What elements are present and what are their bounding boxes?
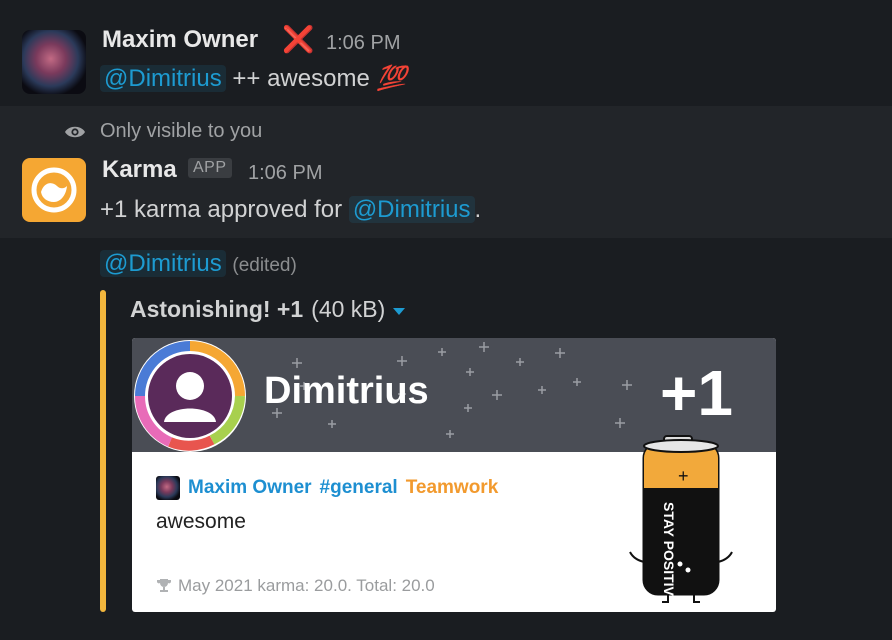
message-author[interactable]: Maxim Owner xyxy=(102,26,258,54)
profile-avatar-ring xyxy=(134,340,246,452)
card-footer-text: May 2021 karma: 20.0. Total: 20.0 xyxy=(178,576,435,595)
card-meta: Maxim Owner #general Teamwork xyxy=(156,476,498,500)
card-from-user: Maxim Owner xyxy=(188,477,312,498)
chevron-down-icon[interactable] xyxy=(393,308,406,315)
card-footer: May 2021 karma: 20.0. Total: 20.0 xyxy=(156,576,435,596)
user-avatar[interactable] xyxy=(22,30,86,94)
battery-mascot-icon: + STAY POSITIVE xyxy=(629,435,733,604)
message-timestamp[interactable]: 1:06 PM xyxy=(248,162,322,185)
trophy-icon xyxy=(157,579,171,592)
hundred-points-icon: 💯 xyxy=(376,65,407,92)
message-author[interactable]: Karma xyxy=(102,156,177,184)
message-timestamp[interactable]: 1:06 PM xyxy=(326,32,400,55)
user-mention[interactable]: @Dimitrius xyxy=(348,196,475,223)
message-maxim: Maxim Owner ❌ 1:06 PM @Dimitrius ++ awes… xyxy=(0,0,892,106)
app-badge: APP xyxy=(188,158,232,178)
message-text-body: +1 karma approved for xyxy=(100,196,349,223)
attachment-size: (40 kB) xyxy=(311,296,386,322)
avatar xyxy=(156,476,180,500)
ephemeral-notice: Only visible to you xyxy=(64,120,262,143)
attachment-title-text: Astonishing! +1 xyxy=(130,296,304,322)
message-text-body: ++ awesome xyxy=(225,65,377,92)
karma-app-avatar[interactable] xyxy=(22,158,86,222)
card-message: awesome xyxy=(156,510,246,533)
card-plus-one: +1 xyxy=(660,357,733,429)
card-category: Teamwork xyxy=(405,477,499,498)
attachment-title[interactable]: Astonishing! +1 (40 kB) xyxy=(130,296,406,323)
status-emoji-icon[interactable]: ❌ xyxy=(282,24,314,55)
edited-label: (edited) xyxy=(232,255,297,276)
karma-image-card[interactable]: Dimitrius +1 Maxim Owner #general Teamwo… xyxy=(132,338,776,612)
user-mention[interactable]: @Dimitrius xyxy=(100,250,226,277)
attachment-accent-bar xyxy=(100,290,106,612)
message-text: @Dimitrius (edited) xyxy=(100,250,297,278)
message-text-end: . xyxy=(474,196,482,223)
eye-icon xyxy=(65,126,85,137)
message-text: +1 karma approved for @Dimitrius. xyxy=(100,196,481,224)
card-channel: #general xyxy=(319,477,398,498)
message-text: @Dimitrius ++ awesome 💯 xyxy=(100,64,406,93)
card-user-name: Dimitrius xyxy=(264,370,429,412)
svg-text:+: + xyxy=(678,466,689,486)
ephemeral-text: Only visible to you xyxy=(100,120,263,142)
karma-logo-icon xyxy=(31,167,77,213)
user-mention[interactable]: @Dimitrius xyxy=(100,65,226,92)
battery-text: STAY POSITIVE xyxy=(661,502,677,604)
